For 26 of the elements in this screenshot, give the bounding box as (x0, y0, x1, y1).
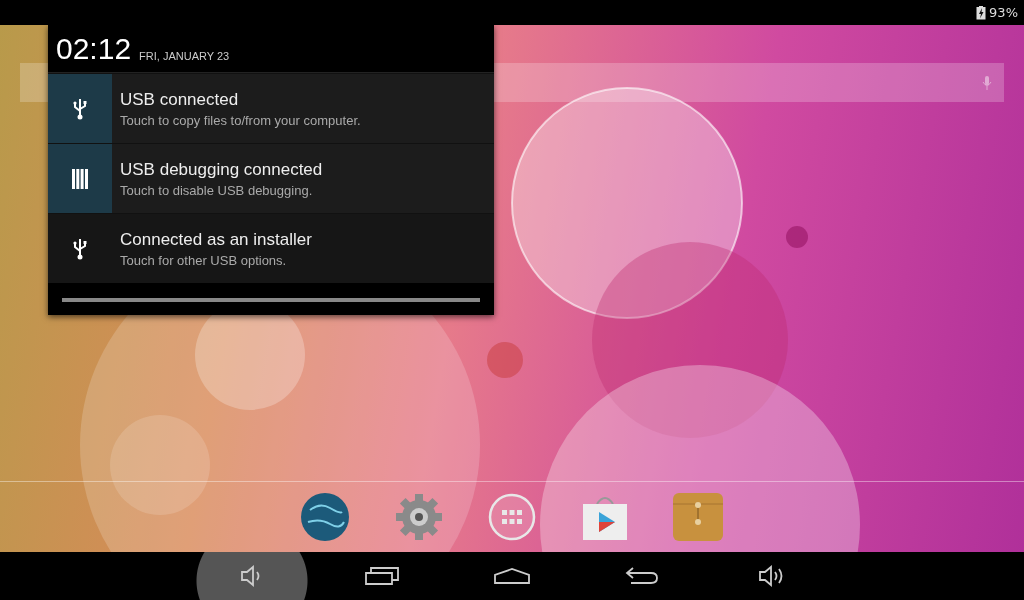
volume-button[interactable] (195, 552, 309, 600)
usb-icon (73, 237, 87, 260)
battery-level: 93% (989, 5, 1018, 20)
home-icon (494, 568, 530, 584)
clock-time: 02:12 (56, 34, 132, 64)
notification-text: Touch to disable USB debugging. (120, 182, 314, 198)
app-drawer-icon[interactable] (487, 492, 537, 542)
usb-icon (73, 97, 87, 120)
notification-item[interactable]: USB debugging connected Touch to disable USB debugging. (48, 143, 494, 213)
notification-text: Touch to copy files to/from your computer. (120, 112, 361, 128)
globe-icon[interactable] (300, 492, 350, 542)
bubble (487, 342, 523, 378)
notification-title: Connected as an installer (120, 229, 312, 250)
recent-apps-icon (365, 567, 399, 585)
notification-title: USB connected (120, 89, 240, 110)
battery-charging-icon (976, 5, 987, 20)
notification-item[interactable]: Connected as an installer Touch for other USB options. (48, 213, 494, 283)
notification-text: Touch for other USB options. (120, 252, 288, 268)
notification-title: USB debugging connected (120, 159, 323, 180)
settings-icon[interactable] (393, 492, 444, 542)
microphone-icon (982, 75, 992, 90)
back-icon (625, 567, 659, 585)
clock-date: FRI, JANUARY 23 (139, 50, 230, 64)
bars-icon (72, 168, 88, 189)
notification-item[interactable]: USB connected Touch to copy files to/from your computer. (48, 73, 494, 143)
drag-handle[interactable] (62, 298, 480, 302)
